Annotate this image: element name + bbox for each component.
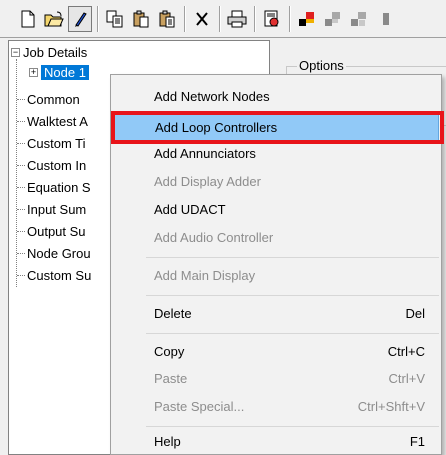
- menu-separator: [146, 257, 439, 258]
- menu-item-add-audio-controller[interactable]: Add Audio Controller: [113, 224, 439, 252]
- tree-item-node-1[interactable]: Node 1: [41, 63, 89, 82]
- delete-x-icon[interactable]: [190, 6, 214, 32]
- open-folder-icon[interactable]: [42, 6, 66, 32]
- tree-item-label: Node 1: [41, 65, 89, 80]
- tree-item-label: Node Grou: [27, 246, 91, 261]
- menu-item-label: Add Main Display: [154, 268, 256, 283]
- tree-item-output-su[interactable]: Output Su: [27, 222, 86, 241]
- toolbar-separator: [184, 5, 185, 32]
- tree-item-input-sum[interactable]: Input Sum: [27, 200, 86, 219]
- menu-item-add-display-adder[interactable]: Add Display Adder: [113, 168, 439, 196]
- tool-b-icon[interactable]: [321, 6, 345, 32]
- tree-item-node-grou[interactable]: Node Grou: [27, 244, 91, 263]
- tool-c-icon[interactable]: [347, 6, 371, 32]
- menu-item-label: Add Annunciators: [154, 146, 256, 161]
- tree-item-custom-su[interactable]: Custom Su: [27, 266, 91, 285]
- tree-item-label: Input Sum: [27, 202, 87, 217]
- toolbar-separator: [289, 5, 290, 32]
- menu-item-label: Add Audio Controller: [154, 230, 274, 245]
- menu-item-label: Copy: [154, 344, 185, 359]
- menu-item-label: Add UDACT: [154, 202, 226, 217]
- tree-item-label: Custom Su: [27, 268, 92, 283]
- tree-item-label: Custom In: [27, 158, 87, 173]
- menu-item-copy[interactable]: Copy Ctrl+C: [113, 338, 439, 366]
- options-group-title: Options: [297, 58, 346, 73]
- paste-icon[interactable]: [129, 6, 153, 32]
- tree-item-label: Walktest A: [27, 114, 88, 129]
- menu-item-paste[interactable]: Paste Ctrl+V: [113, 365, 439, 393]
- edit-pencil-icon[interactable]: [68, 5, 92, 32]
- paste-special-icon[interactable]: [155, 6, 179, 32]
- menu-item-paste-special[interactable]: Paste Special... Ctrl+Shft+V: [113, 393, 439, 421]
- menu-item-label: Paste: [154, 371, 188, 386]
- tree-item-label: Common: [27, 92, 80, 107]
- menu-item-label: Add Display Adder: [154, 174, 261, 189]
- menu-item-add-udact[interactable]: Add UDACT: [113, 196, 439, 224]
- menu-item-shortcut: Ctrl+V: [388, 371, 425, 386]
- menu-item-label: Add Network Nodes: [154, 89, 270, 104]
- menu-item-label: Help: [154, 434, 181, 449]
- toolbar-separator: [219, 5, 220, 32]
- tree-item-custom-in[interactable]: Custom In: [27, 156, 86, 175]
- tree-item-label: Custom Ti: [27, 136, 86, 151]
- tree-item-custom-ti[interactable]: Custom Ti: [27, 134, 86, 153]
- tree-item-label: Job Details: [23, 45, 88, 60]
- menu-separator: [146, 295, 439, 296]
- toolbar-separator: [97, 5, 98, 32]
- menu-item-label: Delete: [154, 306, 192, 321]
- menu-item-shortcut: F1: [409, 434, 425, 449]
- expand-toggle-icon[interactable]: +: [29, 68, 38, 77]
- copy-icon[interactable]: [103, 6, 127, 32]
- app-window: − Job Details + Node 1 Common Walktest A…: [0, 0, 446, 455]
- toolbar-separator: [254, 5, 255, 32]
- menu-separator: [146, 426, 439, 427]
- tool-d-icon[interactable]: [373, 6, 397, 32]
- tree-item-walktest[interactable]: Walktest A: [27, 112, 88, 131]
- menu-item-help[interactable]: Help F1: [113, 428, 439, 455]
- tree-item-label: Output Su: [27, 224, 86, 239]
- menu-item-delete[interactable]: Delete Del: [113, 300, 439, 328]
- tree-item-label: Equation S: [27, 180, 91, 195]
- menu-item-add-network-nodes[interactable]: Add Network Nodes: [113, 83, 439, 111]
- tree-item-common[interactable]: Common: [27, 90, 80, 109]
- toolbar: [0, 0, 446, 38]
- menu-item-shortcut: Ctrl+C: [387, 344, 425, 359]
- menu-separator: [146, 333, 439, 334]
- tree-item-equation[interactable]: Equation S: [27, 178, 91, 197]
- tree-item-job-details[interactable]: Job Details: [23, 43, 87, 62]
- annotation-highlight-box: [111, 111, 444, 144]
- report-icon[interactable]: [260, 6, 284, 32]
- menu-item-add-annunciators[interactable]: Add Annunciators: [113, 140, 439, 168]
- menu-item-shortcut: Ctrl+Shft+V: [357, 399, 425, 414]
- menu-item-shortcut: Del: [405, 306, 425, 321]
- tool-a-icon[interactable]: [295, 6, 319, 32]
- menu-item-label: Paste Special...: [154, 399, 245, 414]
- print-icon[interactable]: [225, 6, 249, 32]
- menu-item-add-main-display[interactable]: Add Main Display: [113, 262, 439, 290]
- collapse-toggle-icon[interactable]: −: [11, 48, 20, 57]
- new-document-icon[interactable]: [16, 6, 40, 32]
